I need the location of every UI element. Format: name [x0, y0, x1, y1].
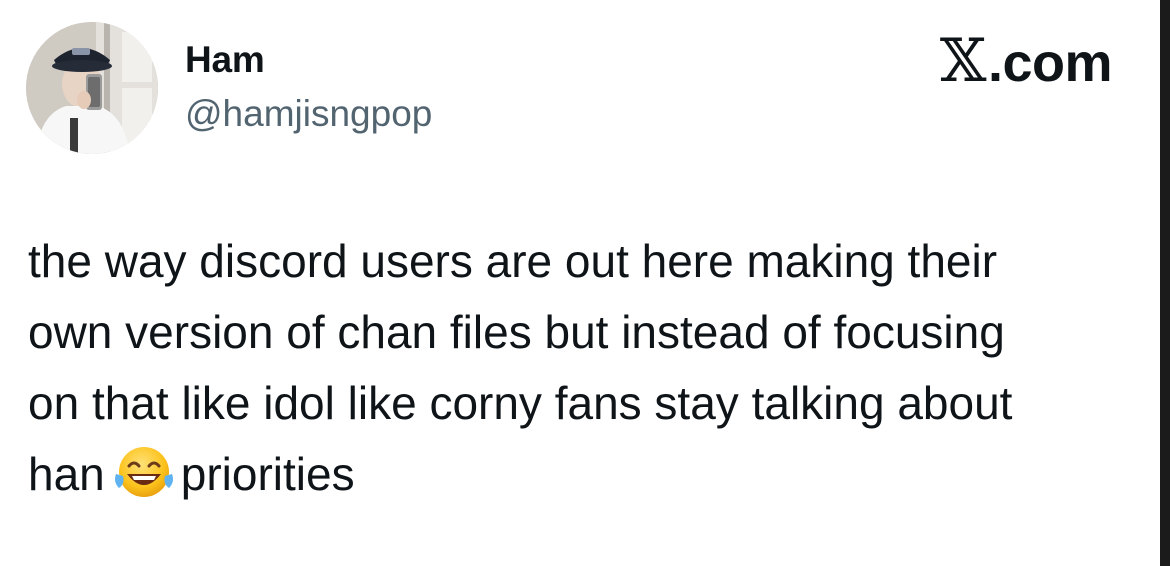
face-with-tears-of-joy-icon	[113, 444, 175, 500]
screen-edge	[1160, 0, 1170, 566]
author-handle[interactable]: @hamjisngpop	[185, 92, 432, 136]
tweet-text-main: the way discord users are out here makin…	[28, 235, 1013, 500]
author-name[interactable]: Ham	[185, 38, 265, 82]
brand-domain: .com	[987, 33, 1113, 93]
x-brand-label: 𝕏 .com	[939, 26, 1113, 96]
x-logo-icon: 𝕏	[939, 26, 987, 96]
tweet-text: the way discord users are out here makin…	[28, 226, 1148, 510]
avatar[interactable]	[26, 22, 158, 154]
tweet-text-end: priorities	[180, 448, 355, 500]
